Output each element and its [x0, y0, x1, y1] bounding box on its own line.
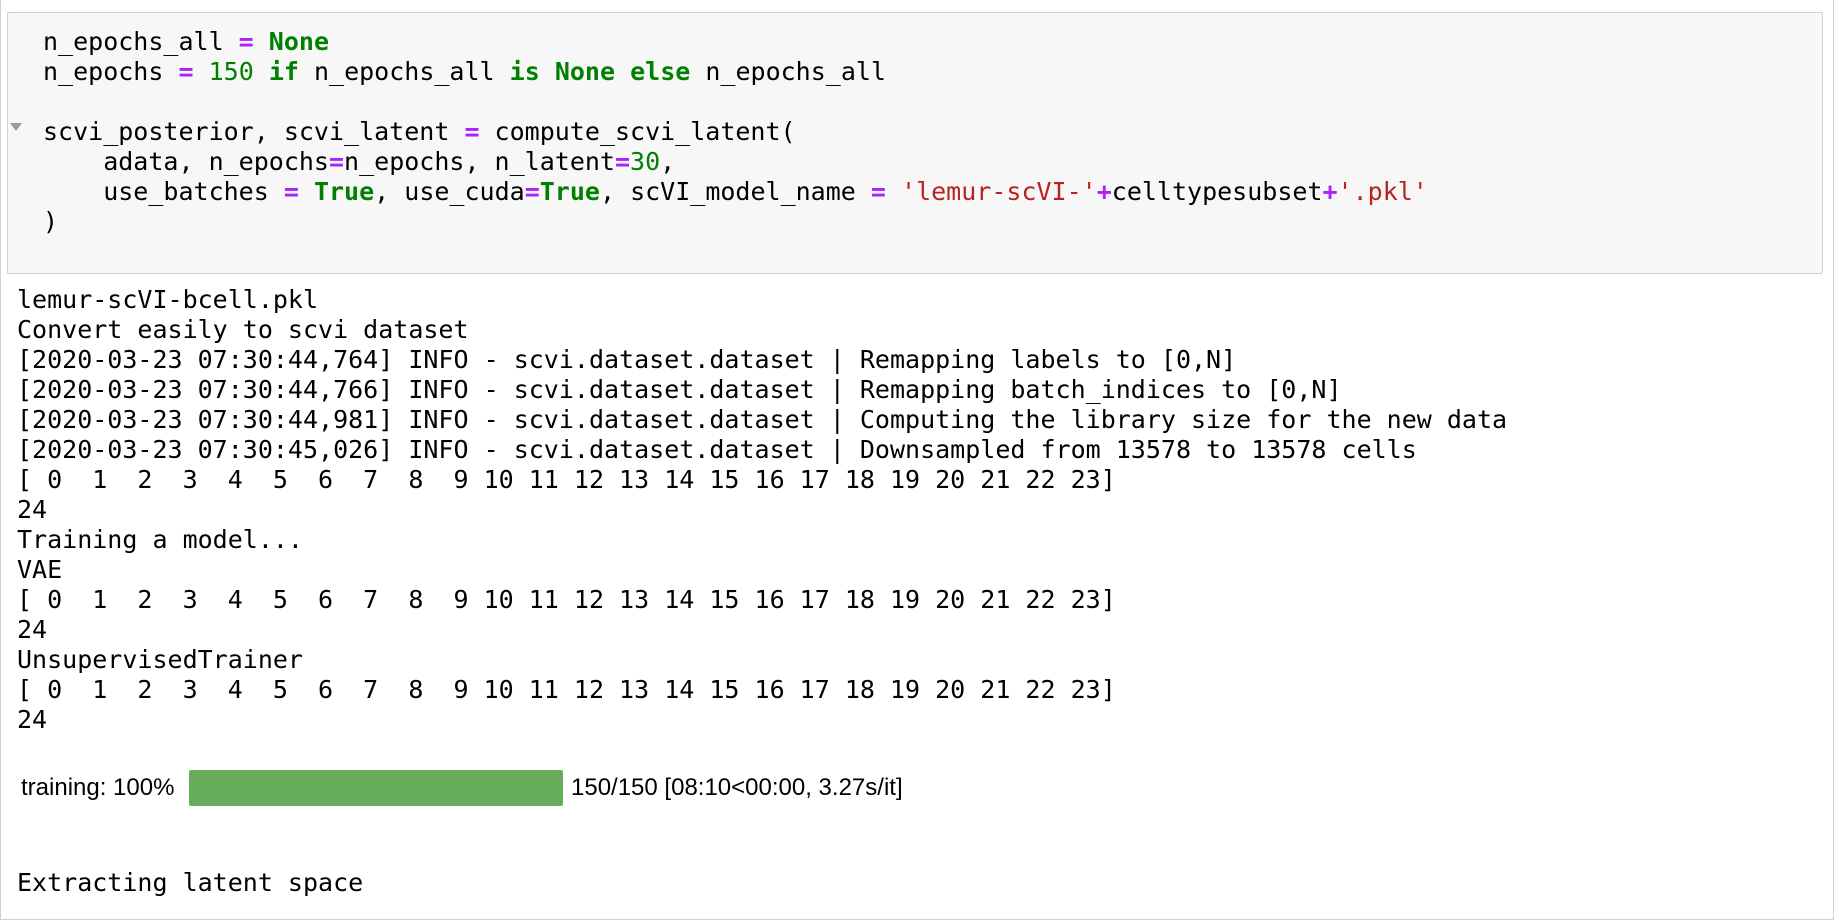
output-line: 24 — [17, 615, 48, 644]
code-line: adata, n_epochs=n_epochs, n_latent=30, — [43, 147, 1428, 177]
code-token: True — [313, 177, 375, 206]
code-token: = — [238, 27, 254, 56]
progress-bar — [189, 770, 563, 806]
code-token: n_epochs_all — [298, 57, 510, 86]
code-token: + — [1096, 177, 1112, 206]
code-line: n_epochs = 150 if n_epochs_all is None e… — [43, 57, 1428, 87]
output-final-line: Extracting latent space — [17, 868, 364, 897]
output-line: [ 0 1 2 3 4 5 6 7 8 9 10 11 12 13 14 15 … — [17, 465, 1116, 494]
code-token: None — [268, 27, 330, 56]
code-token: = — [283, 177, 299, 206]
code-token: '.pkl' — [1337, 177, 1428, 206]
code-token: adata, n_epochs — [43, 147, 329, 176]
code-token: = — [178, 57, 194, 86]
progress-info: 150/150 [08:10<00:00, 3.27s/it] — [571, 774, 903, 801]
code-token: scvi_posterior, scvi_latent — [43, 117, 465, 146]
code-token: n_epochs — [43, 57, 179, 86]
code-line: use_batches = True, use_cuda=True, scVI_… — [43, 177, 1428, 207]
code-token: is — [509, 57, 540, 86]
code-token: , — [660, 147, 676, 176]
output-line: VAE — [17, 555, 63, 584]
code-token: True — [539, 177, 600, 206]
code-token: = — [870, 177, 886, 206]
code-token: compute_scvi_latent( — [479, 117, 796, 146]
training-progress: training: 100% 150/150 [08:10<00:00, 3.2… — [21, 768, 903, 808]
code-token: 'lemur-scVI-' — [901, 177, 1097, 206]
code-line: ) — [43, 207, 1428, 237]
output-line: [2020-03-23 07:30:44,766] INFO - scvi.da… — [17, 375, 1342, 404]
code-line: scvi_posterior, scvi_latent = compute_sc… — [43, 117, 1428, 147]
progress-bar-fill — [189, 770, 563, 806]
code-token: use_batches — [43, 177, 284, 206]
code-token: = — [524, 177, 540, 206]
code-token: n_epochs, n_latent — [344, 147, 615, 176]
output-line: [2020-03-23 07:30:44,764] INFO - scvi.da… — [17, 345, 1237, 374]
collapse-triangle-icon[interactable] — [10, 123, 22, 131]
code-token: if — [268, 57, 299, 86]
code-token: celltypesubset — [1111, 177, 1323, 206]
code-line: n_epochs_all = None — [43, 27, 1428, 57]
code-input-area[interactable]: n_epochs_all = None n_epochs = 150 if n_e… — [7, 12, 1823, 274]
notebook-cell[interactable]: n_epochs_all = None n_epochs = 150 if n_e… — [0, 0, 1834, 920]
code-editor[interactable]: n_epochs_all = None n_epochs = 150 if n_e… — [43, 27, 1428, 237]
output-line: [ 0 1 2 3 4 5 6 7 8 9 10 11 12 13 14 15 … — [17, 585, 1116, 614]
code-token: = — [464, 117, 480, 146]
code-token: , use_cuda — [374, 177, 525, 206]
code-token: + — [1322, 177, 1338, 206]
output-line: 24 — [17, 705, 48, 734]
code-token: 150 — [208, 57, 254, 86]
code-token: n_epochs_all — [690, 57, 886, 86]
code-token: ) — [43, 207, 59, 236]
code-token: None — [554, 57, 616, 86]
code-token: = — [328, 147, 345, 176]
code-token: else — [630, 57, 691, 86]
code-token: , scVI_model_name — [599, 177, 871, 206]
progress-label: training: 100% — [21, 774, 175, 801]
cell-output: lemur-scVI-bcell.pkl Convert easily to sc… — [17, 285, 1507, 735]
output-line: UnsupervisedTrainer — [17, 645, 303, 674]
output-line: Training a model... — [17, 525, 303, 554]
code-token: n_epochs_all — [43, 27, 239, 56]
output-line: lemur-scVI-bcell.pkl — [17, 285, 319, 314]
output-line: [2020-03-23 07:30:44,981] INFO - scvi.da… — [17, 405, 1508, 434]
output-line: 24 — [17, 495, 48, 524]
output-line: [ 0 1 2 3 4 5 6 7 8 9 10 11 12 13 14 15 … — [17, 675, 1116, 704]
output-line: Convert easily to scvi dataset — [17, 315, 469, 344]
code-token: = — [614, 147, 631, 176]
output-line: [2020-03-23 07:30:45,026] INFO - scvi.da… — [17, 435, 1417, 464]
code-token: 30 — [630, 147, 661, 176]
